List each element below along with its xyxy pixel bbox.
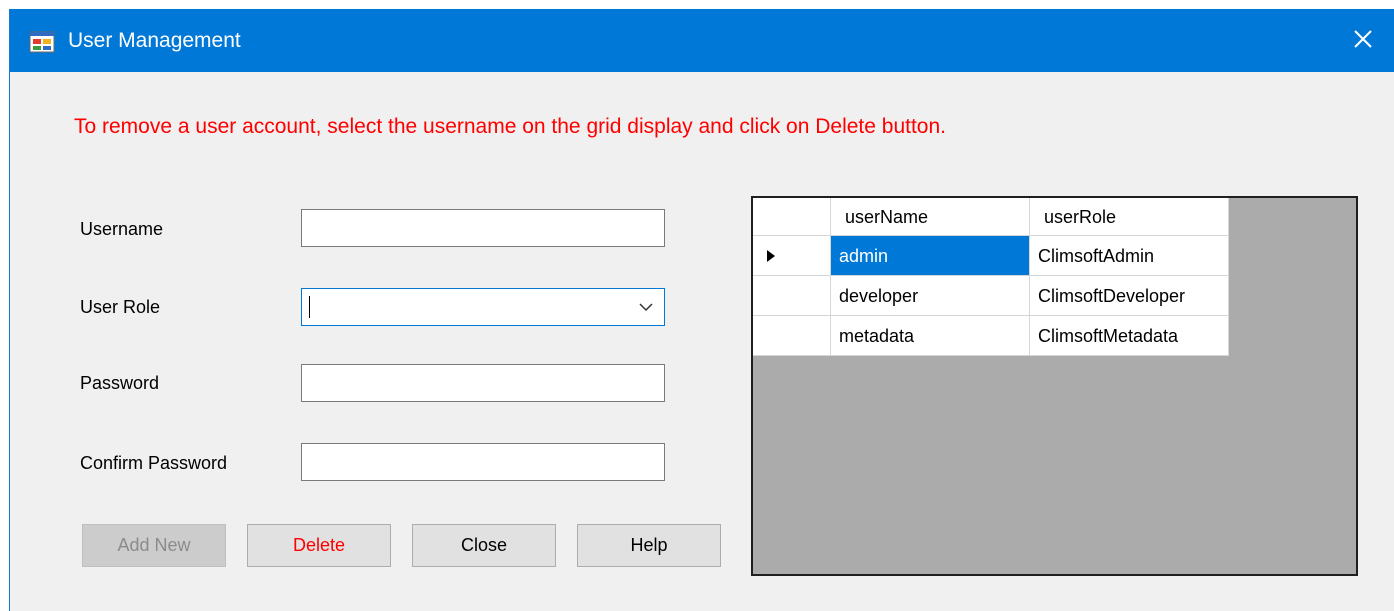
cell-userrole[interactable]: ClimsoftMetadata (1030, 316, 1229, 356)
add-new-button[interactable]: Add New (82, 524, 226, 567)
username-label: Username (80, 219, 164, 239)
row-header[interactable] (753, 236, 831, 276)
table-row[interactable]: admin ClimsoftAdmin (753, 236, 1229, 276)
user-management-window: User Management To remove a user account… (9, 9, 1394, 611)
cell-userrole[interactable]: ClimsoftDeveloper (1030, 276, 1229, 316)
cell-username[interactable]: developer (831, 276, 1030, 316)
cell-userrole[interactable]: ClimsoftAdmin (1030, 236, 1229, 276)
users-grid[interactable]: userName userRole admin ClimsoftAdmin de… (751, 196, 1358, 576)
column-header-username[interactable]: userName (831, 198, 1030, 236)
chevron-down-icon[interactable] (638, 301, 654, 313)
user-role-combobox[interactable] (301, 288, 665, 326)
row-header-corner (753, 198, 831, 236)
close-button[interactable]: Close (412, 524, 556, 567)
password-label: Password (80, 373, 160, 393)
instruction-text: To remove a user account, select the use… (74, 115, 946, 138)
table-row[interactable]: developer ClimsoftDeveloper (753, 276, 1229, 316)
username-input[interactable] (301, 209, 665, 247)
window-title: User Management (68, 29, 241, 52)
row-header[interactable] (753, 276, 831, 316)
confirm-password-label: Confirm Password (80, 453, 228, 473)
user-role-label: User Role (80, 297, 161, 317)
delete-button[interactable]: Delete (247, 524, 391, 567)
table-row[interactable]: metadata ClimsoftMetadata (753, 316, 1229, 356)
title-bar[interactable]: User Management (10, 9, 1394, 72)
row-header[interactable] (753, 316, 831, 356)
help-button[interactable]: Help (577, 524, 721, 567)
grid-header-row: userName userRole (753, 198, 1229, 236)
text-cursor (309, 296, 310, 318)
app-form-icon (29, 31, 55, 53)
confirm-password-input[interactable] (301, 443, 665, 481)
cell-username[interactable]: admin (831, 236, 1030, 276)
current-row-arrow-icon (767, 250, 775, 262)
column-header-userrole[interactable]: userRole (1030, 198, 1229, 236)
close-icon[interactable] (1349, 25, 1377, 53)
password-input[interactable] (301, 364, 665, 402)
cell-username[interactable]: metadata (831, 316, 1030, 356)
